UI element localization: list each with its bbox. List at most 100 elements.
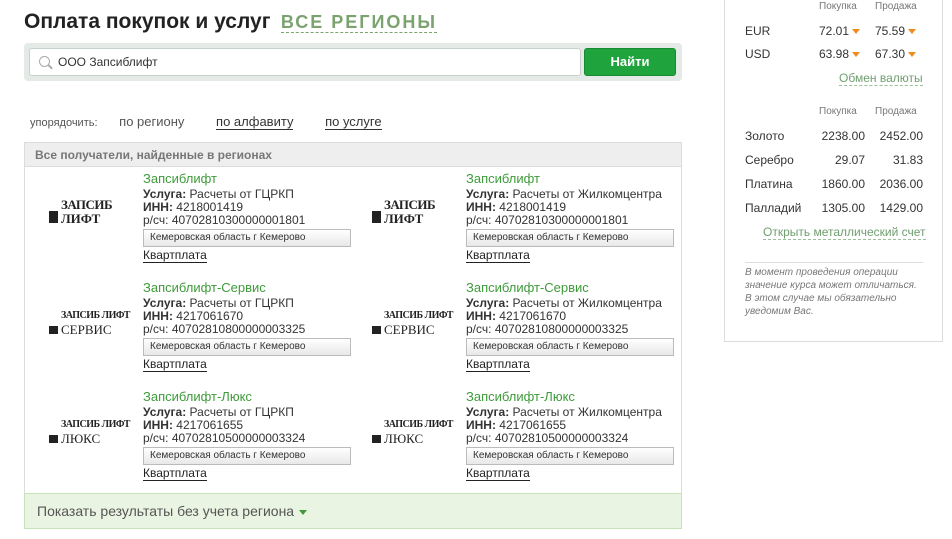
currency-buy-header: Покупка [819, 1, 857, 12]
show-all-label: Показать результаты без учета региона [37, 503, 295, 519]
service-value: Расчеты от Жилкомцентра [512, 405, 662, 419]
service-value: Расчеты от Жилкомцентра [512, 296, 662, 310]
search-icon [39, 56, 50, 67]
service-value: Расчеты от ГЦРКП [189, 187, 294, 201]
rate-down-icon [852, 52, 861, 58]
currency-code: USD [745, 47, 771, 61]
recipient-name-link[interactable]: Запсиблифт-Сервис [143, 280, 353, 296]
logo-mark-icon [49, 435, 58, 443]
recipient-name-link[interactable]: Запсиблифт-Люкс [466, 389, 676, 405]
service-value: Расчеты от ГЦРКП [189, 405, 294, 419]
recipient-name-link[interactable]: Запсиблифт [143, 171, 353, 187]
metal-buy: 1305.00 [821, 201, 865, 215]
logo-mark-icon [372, 326, 381, 334]
inn-value: 4218001419 [499, 200, 567, 214]
kvartplata-link[interactable]: Квартплата [466, 467, 530, 481]
inn-value: 4217061670 [499, 309, 567, 323]
metal-sell: 2036.00 [879, 177, 923, 191]
recipient-card: ЗАПСИБ ЛИФТ СЕРВИС Запсиблифт-Сервис Усл… [25, 280, 351, 382]
page-header: Оплата покупок и услуг ВСЕ РЕГИОНЫ [24, 10, 438, 34]
currency-code: EUR [745, 24, 771, 38]
inn-value: 4217061655 [176, 418, 244, 432]
metal-sell: 31.83 [892, 153, 923, 167]
sort-by-alphabet[interactable]: по алфавиту [216, 114, 294, 130]
company-logo: ЗАПСИБ ЛИФТ ЛЮКС [372, 415, 453, 451]
metal-buy: 2238.00 [821, 129, 865, 143]
rate-down-icon [852, 29, 861, 35]
kvartplata-link[interactable]: Квартплата [466, 358, 530, 372]
logo-mark-icon [49, 326, 58, 334]
kvartplata-link[interactable]: Квартплата [466, 249, 530, 263]
company-logo: ЗАПСИБ ЛИФТ [372, 197, 436, 233]
service-value: Расчеты от ГЦРКП [189, 296, 294, 310]
open-metal-account-link[interactable]: Открыть металлический счет [763, 225, 926, 240]
recipient-card: ЗАПСИБ ЛИФТ Запсиблифт Услуга: Расчеты о… [348, 171, 674, 273]
region-button[interactable]: Кемеровская область г Кемерово [466, 447, 674, 465]
region-button[interactable]: Кемеровская область г Кемерово [143, 338, 351, 356]
recipient-name-link[interactable]: Запсиблифт-Люкс [143, 389, 353, 405]
results-header: Все получатели, найденные в регионах [25, 143, 681, 167]
kvartplata-link[interactable]: Квартплата [143, 358, 207, 372]
account-value: 40702810500000003324 [494, 431, 629, 445]
recipient-name-link[interactable]: Запсиблифт-Сервис [466, 280, 676, 296]
inn-value: 4217061655 [499, 418, 567, 432]
metal-name: Палладий [745, 201, 802, 215]
show-all-regions-button[interactable]: Показать результаты без учета региона [24, 493, 682, 529]
recipient-card: ЗАПСИБ ЛИФТ ЛЮКС Запсиблифт-Люкс Услуга:… [25, 389, 351, 491]
search-box[interactable] [29, 48, 581, 76]
service-value: Расчеты от Жилкомцентра [512, 187, 662, 201]
currency-sell-header: Продажа [875, 1, 917, 12]
metal-sell: 1429.00 [879, 201, 923, 215]
account-value: 40702810800000003325 [171, 322, 306, 336]
page-title: Оплата покупок и услуг [24, 10, 271, 33]
recipient-card: ЗАПСИБ ЛИФТ СЕРВИС Запсиблифт-Сервис Усл… [348, 280, 674, 382]
kvartplata-link[interactable]: Квартплата [143, 467, 207, 481]
logo-mark-icon [49, 211, 58, 223]
region-button[interactable]: Кемеровская область г Кемерово [466, 229, 674, 247]
recipient-name-link[interactable]: Запсиблифт [466, 171, 676, 187]
search-bar: Найти [24, 43, 682, 81]
rate-down-icon [908, 29, 917, 35]
metal-name: Золото [745, 129, 785, 143]
currency-sell: 67.30 [875, 47, 906, 61]
logo-mark-icon [372, 435, 381, 443]
inn-value: 4217061670 [176, 309, 244, 323]
region-button[interactable]: Кемеровская область г Кемерово [143, 447, 351, 465]
company-logo: ЗАПСИБ ЛИФТ СЕРВИС [49, 306, 130, 342]
company-logo: ЗАПСИБ ЛИФТ [49, 197, 113, 233]
recipient-card: ЗАПСИБ ЛИФТ ЛЮКС Запсиблифт-Люкс Услуга:… [348, 389, 674, 491]
kvartplata-link[interactable]: Квартплата [143, 249, 207, 263]
currency-buy: 72.01 [819, 24, 850, 38]
results-panel: Все получатели, найденные в регионах ЗАП… [24, 142, 682, 529]
account-value: 40702810800000003325 [494, 322, 629, 336]
metal-sell: 2452.00 [879, 129, 923, 143]
account-value: 40702810500000003324 [171, 431, 306, 445]
currency-buy: 63.98 [819, 47, 850, 61]
metal-name: Платина [745, 177, 793, 191]
find-button[interactable]: Найти [584, 48, 676, 76]
company-logo: ЗАПСИБ ЛИФТ СЕРВИС [372, 306, 453, 342]
account-value: 40702810300000001801 [171, 213, 306, 227]
search-input[interactable] [58, 53, 568, 71]
rate-disclaimer: В момент проведения операции значение ку… [745, 267, 917, 317]
sort-by-region[interactable]: по региону [119, 114, 184, 129]
sort-by-service[interactable]: по услуге [325, 114, 382, 130]
metal-buy: 29.07 [834, 153, 865, 167]
metal-buy: 1860.00 [821, 177, 865, 191]
sort-label: упорядочить: [30, 117, 98, 129]
account-value: 40702810300000001801 [494, 213, 629, 227]
metal-buy-header: Покупка [819, 106, 857, 117]
currency-exchange-link[interactable]: Обмен валюты [839, 71, 923, 86]
company-logo: ЗАПСИБ ЛИФТ ЛЮКС [49, 415, 130, 451]
region-button[interactable]: Кемеровская область г Кемерово [143, 229, 351, 247]
currency-sell: 75.59 [875, 24, 906, 38]
inn-value: 4218001419 [176, 200, 244, 214]
region-button[interactable]: Кемеровская область г Кемерово [466, 338, 674, 356]
rates-sidebar: Покупка Продажа EUR 72.01 75.59 USD 63.9… [724, 0, 943, 342]
rate-down-icon [908, 52, 917, 58]
divider [745, 262, 923, 263]
metal-sell-header: Продажа [875, 106, 917, 117]
metal-name: Серебро [745, 153, 794, 167]
recipient-card: ЗАПСИБ ЛИФТ Запсиблифт Услуга: Расчеты о… [25, 171, 351, 273]
all-regions-link[interactable]: ВСЕ РЕГИОНЫ [280, 12, 438, 33]
